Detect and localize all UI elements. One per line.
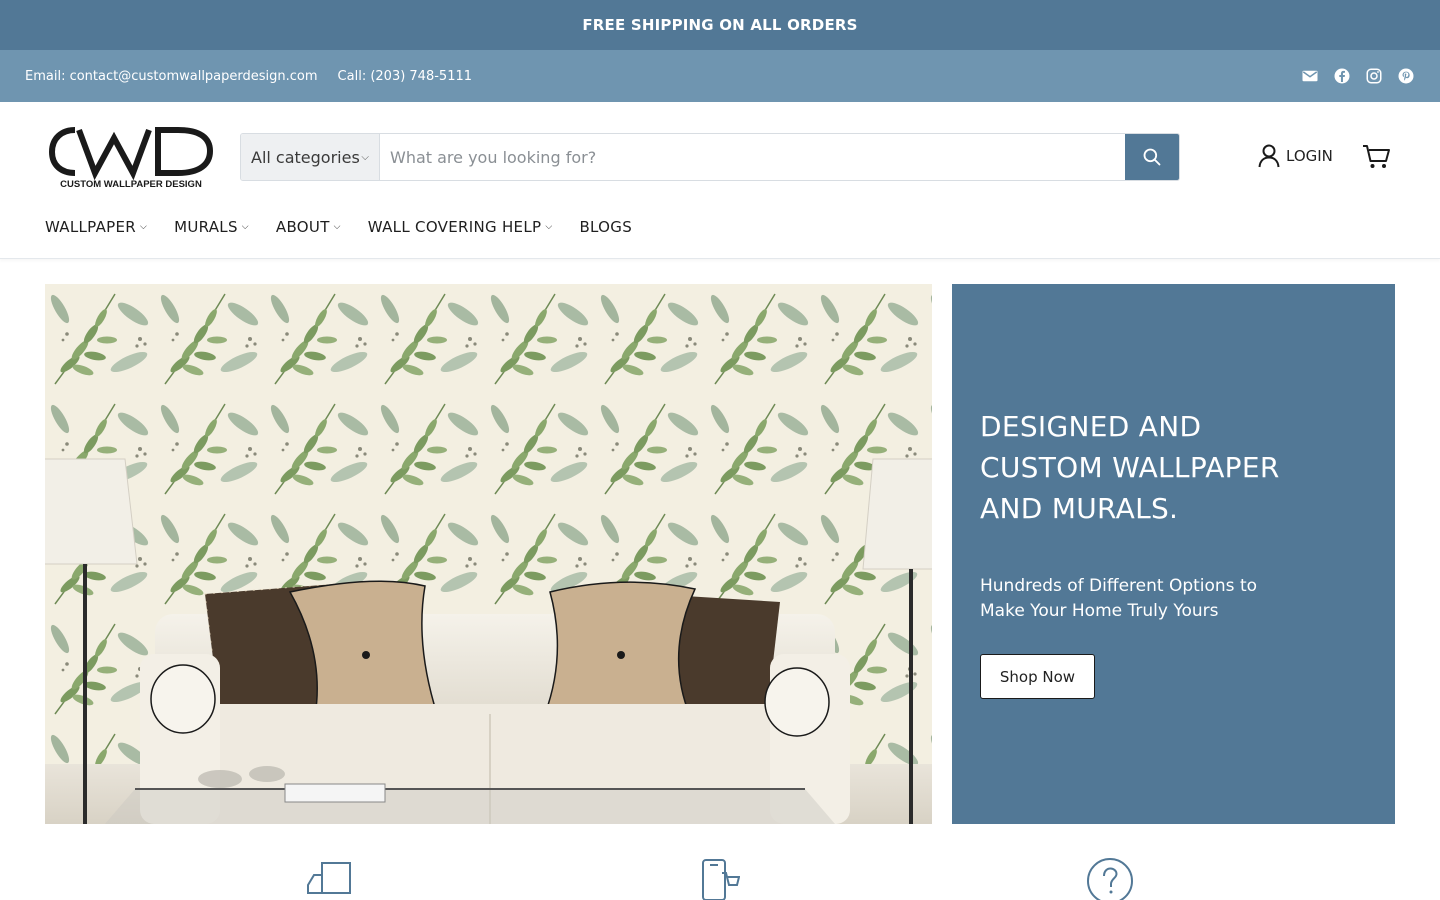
nav-item-wall-covering-help[interactable]: WALL COVERING HELP ⌵ [368, 218, 553, 236]
nav-item-blogs[interactable]: BLOGS [579, 218, 632, 236]
hero-subtitle: Hundreds of Different Options to Make Yo… [980, 576, 1258, 621]
nav-item-label: BLOGS [579, 218, 633, 236]
contact-phone[interactable]: Call: (203) 748-5111 [338, 69, 472, 84]
features-row [0, 855, 1440, 900]
nav-item-about[interactable]: ABOUT ⌵ [276, 218, 341, 236]
hero-title: DESIGNED AND CUSTOM WALLPAPER AND MURALS… [980, 410, 1280, 525]
facebook-icon[interactable] [1333, 67, 1351, 85]
chevron-down-icon: ⌵ [361, 151, 369, 163]
hero-panel: DESIGNED AND CUSTOM WALLPAPER AND MURALS… [952, 284, 1395, 824]
category-select-value: All categories [251, 147, 360, 167]
utility-bar: Email: contact@customwallpaperdesign.com… [0, 50, 1440, 102]
cart-icon [1363, 145, 1390, 168]
login-label: LOGIN [1286, 147, 1333, 165]
contact-info: Email: contact@customwallpaperdesign.com… [25, 69, 472, 84]
pinterest-icon[interactable] [1397, 67, 1415, 85]
site-logo[interactable]: CUSTOM WALLPAPER DESIGN [48, 122, 214, 190]
nav-item-label: WALL COVERING HELP [367, 218, 542, 236]
logo-mark: CUSTOM WALLPAPER DESIGN [48, 127, 214, 190]
announcement-bar: FREE SHIPPING ON ALL ORDERS [0, 0, 1440, 50]
search-bar: All categories ⌵ [240, 133, 1180, 181]
search-button[interactable] [1125, 134, 1179, 180]
search-input[interactable] [380, 134, 1125, 180]
hero-room-illustration [45, 284, 932, 824]
delivery-truck-icon [306, 855, 354, 900]
email-icon[interactable] [1301, 67, 1319, 85]
search-icon [1143, 148, 1161, 166]
help-question-icon [1086, 855, 1134, 900]
shop-now-button[interactable]: Shop Now [980, 654, 1095, 699]
chevron-down-icon: ⌵ [241, 222, 249, 232]
social-links [1301, 67, 1415, 85]
site-header: CUSTOM WALLPAPER DESIGN All categories ⌵… [0, 102, 1440, 259]
instagram-icon[interactable] [1365, 67, 1383, 85]
nav-item-label: ABOUT [275, 218, 330, 236]
logo-tagline: CUSTOM WALLPAPER DESIGN [60, 179, 202, 190]
chevron-down-icon: ⌵ [545, 222, 553, 232]
cart-button[interactable] [1362, 144, 1392, 174]
category-select[interactable]: All categories ⌵ [241, 134, 380, 180]
mobile-shopping-icon [700, 855, 741, 900]
nav-item-label: MURALS [174, 218, 238, 236]
nav-item-label: WALLPAPER [45, 218, 136, 236]
nav-item-murals[interactable]: MURALS ⌵ [174, 218, 249, 236]
chevron-down-icon: ⌵ [139, 222, 148, 232]
contact-email[interactable]: Email: contact@customwallpaperdesign.com [25, 69, 318, 84]
user-icon [1258, 144, 1280, 168]
chevron-down-icon: ⌵ [333, 222, 341, 232]
nav-item-wallpaper[interactable]: WALLPAPER ⌵ [45, 218, 147, 236]
main-nav: WALLPAPER ⌵ MURALS ⌵ ABOUT ⌵ WALL COVERING … [45, 218, 659, 236]
hero-image[interactable] [45, 284, 932, 824]
announcement-text: FREE SHIPPING ON ALL ORDERS [582, 16, 858, 34]
login-link[interactable]: LOGIN [1258, 144, 1333, 168]
